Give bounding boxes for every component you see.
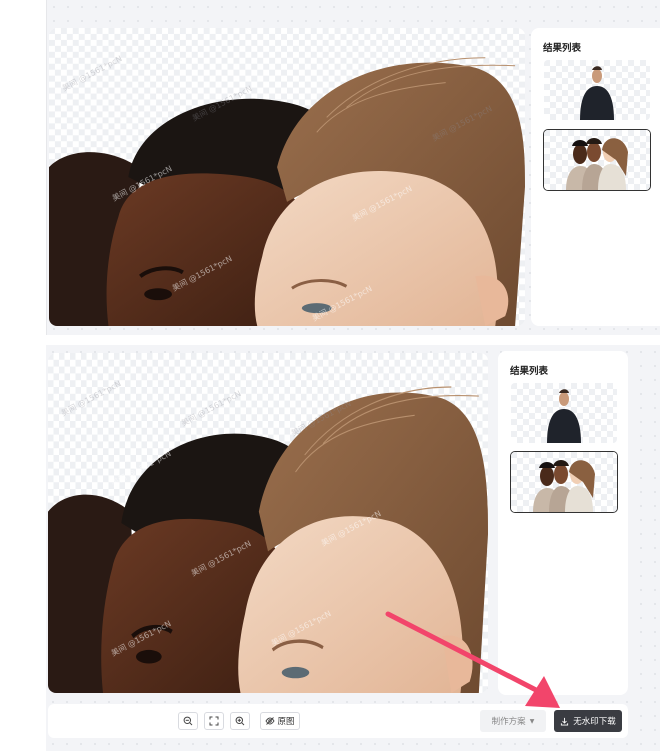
download-no-watermark-button[interactable]: 无水印下载 <box>554 710 622 732</box>
top-screenshot: 美间 @1561*pcN 美间 @1561*pcN 美间 @1561*pcN 美… <box>46 0 660 335</box>
cutout-image <box>49 28 525 326</box>
main-image-canvas[interactable]: 美间 @1561*pcN 美间 @1561*pcN 美间 @1561*pcN 美… <box>48 353 488 693</box>
eye-off-icon <box>265 717 276 725</box>
result-thumb-group[interactable] <box>543 129 651 191</box>
download-icon <box>561 717 569 726</box>
result-thumb-single[interactable] <box>510 382 618 444</box>
fit-screen-button[interactable] <box>204 712 224 730</box>
zoom-in-button[interactable] <box>230 712 250 730</box>
result-thumb-image <box>544 60 650 120</box>
result-thumb-image <box>544 130 650 190</box>
results-panel-title: 结果列表 <box>543 43 582 54</box>
zoom-out-icon <box>183 716 193 726</box>
cutout-image <box>48 353 488 693</box>
bottom-screenshot: 美间 @1561*pcN 美间 @1561*pcN 美间 @1561*pcN 美… <box>46 345 660 751</box>
zoom-in-icon <box>235 716 245 726</box>
results-panel-title: 结果列表 <box>510 366 549 377</box>
caret-down-icon: ▼ <box>529 717 535 725</box>
bottom-toolbar: 原图 制作方案 ▼ 无水印下载 <box>48 704 628 738</box>
results-panel: 结果列表 <box>531 28 660 326</box>
original-image-label: 原图 <box>277 717 295 727</box>
fit-screen-icon <box>209 716 219 726</box>
scheme-label: 制作方案 <box>491 717 526 727</box>
main-image-canvas[interactable]: 美间 @1561*pcN 美间 @1561*pcN 美间 @1561*pcN 美… <box>49 28 525 326</box>
original-image-button[interactable]: 原图 <box>260 712 300 730</box>
zoom-out-button[interactable] <box>178 712 198 730</box>
result-thumb-group[interactable] <box>510 451 618 513</box>
result-thumb-image <box>511 452 617 512</box>
result-thumb-single[interactable] <box>543 59 651 121</box>
download-label: 无水印下载 <box>573 717 616 727</box>
scheme-dropdown[interactable]: 制作方案 ▼ <box>480 710 546 732</box>
result-thumb-image <box>511 383 617 443</box>
results-panel: 结果列表 <box>498 351 628 695</box>
